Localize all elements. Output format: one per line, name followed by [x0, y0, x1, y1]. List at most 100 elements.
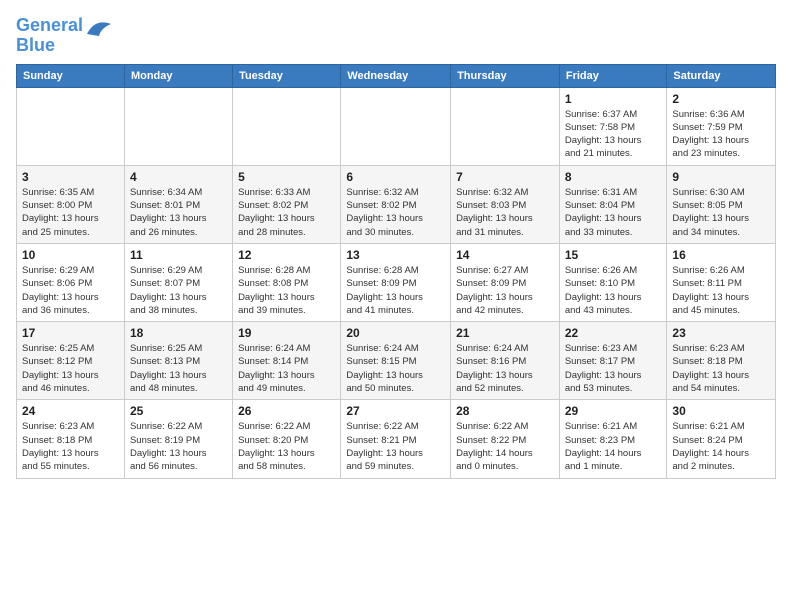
- day-number: 5: [238, 170, 335, 184]
- day-info: Sunrise: 6:29 AMSunset: 8:06 PMDaylight:…: [22, 264, 119, 317]
- calendar-week-row: 3 Sunrise: 6:35 AMSunset: 8:00 PMDaylight…: [17, 165, 776, 243]
- day-number: 8: [565, 170, 662, 184]
- day-number: 20: [346, 326, 445, 340]
- day-info: Sunrise: 6:24 AMSunset: 8:16 PMDaylight:…: [456, 342, 554, 395]
- calendar-week-row: 1 Sunrise: 6:37 AMSunset: 7:58 PMDaylight…: [17, 87, 776, 165]
- day-info: Sunrise: 6:32 AMSunset: 8:02 PMDaylight:…: [346, 186, 445, 239]
- day-info: Sunrise: 6:26 AMSunset: 8:11 PMDaylight:…: [672, 264, 770, 317]
- weekday-header-monday: Monday: [124, 64, 232, 87]
- day-number: 22: [565, 326, 662, 340]
- calendar-cell: 3 Sunrise: 6:35 AMSunset: 8:00 PMDaylight…: [17, 165, 125, 243]
- day-number: 10: [22, 248, 119, 262]
- day-info: Sunrise: 6:21 AMSunset: 8:24 PMDaylight:…: [672, 420, 770, 473]
- day-number: 29: [565, 404, 662, 418]
- day-info: Sunrise: 6:28 AMSunset: 8:09 PMDaylight:…: [346, 264, 445, 317]
- day-number: 2: [672, 92, 770, 106]
- day-number: 6: [346, 170, 445, 184]
- calendar-cell: 12 Sunrise: 6:28 AMSunset: 8:08 PMDayligh…: [233, 243, 341, 321]
- calendar-cell: 13Sunrise: 6:28 AMSunset: 8:09 PMDayligh…: [341, 243, 451, 321]
- weekday-header-friday: Friday: [559, 64, 667, 87]
- day-number: 17: [22, 326, 119, 340]
- day-number: 23: [672, 326, 770, 340]
- calendar-cell: 8 Sunrise: 6:31 AMSunset: 8:04 PMDaylight…: [559, 165, 667, 243]
- day-info: Sunrise: 6:23 AMSunset: 8:18 PMDaylight:…: [22, 420, 119, 473]
- calendar-cell: 29 Sunrise: 6:21 AMSunset: 8:23 PMDayligh…: [559, 400, 667, 478]
- logo: GeneralBlue: [16, 16, 113, 56]
- calendar-cell: 24 Sunrise: 6:23 AMSunset: 8:18 PMDayligh…: [17, 400, 125, 478]
- calendar-cell: 30 Sunrise: 6:21 AMSunset: 8:24 PMDayligh…: [667, 400, 776, 478]
- calendar-cell: [233, 87, 341, 165]
- logo-text: GeneralBlue: [16, 16, 83, 56]
- calendar-cell: 5 Sunrise: 6:33 AMSunset: 8:02 PMDaylight…: [233, 165, 341, 243]
- day-info: Sunrise: 6:24 AMSunset: 8:15 PMDaylight:…: [346, 342, 445, 395]
- day-number: 19: [238, 326, 335, 340]
- weekday-header-tuesday: Tuesday: [233, 64, 341, 87]
- calendar-cell: 22 Sunrise: 6:23 AMSunset: 8:17 PMDayligh…: [559, 322, 667, 400]
- day-number: 26: [238, 404, 335, 418]
- day-info: Sunrise: 6:22 AMSunset: 8:19 PMDaylight:…: [130, 420, 227, 473]
- calendar-cell: 1 Sunrise: 6:37 AMSunset: 7:58 PMDaylight…: [559, 87, 667, 165]
- day-info: Sunrise: 6:25 AMSunset: 8:13 PMDaylight:…: [130, 342, 227, 395]
- page-header: GeneralBlue: [16, 16, 776, 56]
- calendar-cell: 18Sunrise: 6:25 AMSunset: 8:13 PMDayligh…: [124, 322, 232, 400]
- day-info: Sunrise: 6:28 AMSunset: 8:08 PMDaylight:…: [238, 264, 335, 317]
- day-number: 9: [672, 170, 770, 184]
- day-info: Sunrise: 6:30 AMSunset: 8:05 PMDaylight:…: [672, 186, 770, 239]
- day-info: Sunrise: 6:22 AMSunset: 8:20 PMDaylight:…: [238, 420, 335, 473]
- day-info: Sunrise: 6:25 AMSunset: 8:12 PMDaylight:…: [22, 342, 119, 395]
- day-info: Sunrise: 6:22 AMSunset: 8:21 PMDaylight:…: [346, 420, 445, 473]
- calendar-cell: 2 Sunrise: 6:36 AMSunset: 7:59 PMDaylight…: [667, 87, 776, 165]
- calendar-cell: 19 Sunrise: 6:24 AMSunset: 8:14 PMDayligh…: [233, 322, 341, 400]
- day-number: 28: [456, 404, 554, 418]
- calendar-week-row: 17 Sunrise: 6:25 AMSunset: 8:12 PMDayligh…: [17, 322, 776, 400]
- day-info: Sunrise: 6:36 AMSunset: 7:59 PMDaylight:…: [672, 108, 770, 161]
- day-number: 4: [130, 170, 227, 184]
- calendar-cell: 27 Sunrise: 6:22 AMSunset: 8:21 PMDayligh…: [341, 400, 451, 478]
- day-info: Sunrise: 6:33 AMSunset: 8:02 PMDaylight:…: [238, 186, 335, 239]
- calendar-cell: 4 Sunrise: 6:34 AMSunset: 8:01 PMDaylight…: [124, 165, 232, 243]
- logo-wing-icon: [85, 16, 113, 38]
- day-number: 27: [346, 404, 445, 418]
- calendar-cell: 16Sunrise: 6:26 AMSunset: 8:11 PMDayligh…: [667, 243, 776, 321]
- calendar-week-row: 10 Sunrise: 6:29 AMSunset: 8:06 PMDayligh…: [17, 243, 776, 321]
- calendar-cell: 20 Sunrise: 6:24 AMSunset: 8:15 PMDayligh…: [341, 322, 451, 400]
- day-info: Sunrise: 6:22 AMSunset: 8:22 PMDaylight:…: [456, 420, 554, 473]
- calendar-cell: 9 Sunrise: 6:30 AMSunset: 8:05 PMDaylight…: [667, 165, 776, 243]
- calendar-cell: 26 Sunrise: 6:22 AMSunset: 8:20 PMDayligh…: [233, 400, 341, 478]
- day-info: Sunrise: 6:21 AMSunset: 8:23 PMDaylight:…: [565, 420, 662, 473]
- calendar-cell: 6 Sunrise: 6:32 AMSunset: 8:02 PMDaylight…: [341, 165, 451, 243]
- day-number: 12: [238, 248, 335, 262]
- day-info: Sunrise: 6:29 AMSunset: 8:07 PMDaylight:…: [130, 264, 227, 317]
- calendar-cell: 17 Sunrise: 6:25 AMSunset: 8:12 PMDayligh…: [17, 322, 125, 400]
- calendar-cell: [451, 87, 560, 165]
- day-info: Sunrise: 6:26 AMSunset: 8:10 PMDaylight:…: [565, 264, 662, 317]
- day-info: Sunrise: 6:23 AMSunset: 8:17 PMDaylight:…: [565, 342, 662, 395]
- day-number: 3: [22, 170, 119, 184]
- calendar-cell: 21 Sunrise: 6:24 AMSunset: 8:16 PMDayligh…: [451, 322, 560, 400]
- day-info: Sunrise: 6:24 AMSunset: 8:14 PMDaylight:…: [238, 342, 335, 395]
- calendar-cell: 25Sunrise: 6:22 AMSunset: 8:19 PMDayligh…: [124, 400, 232, 478]
- calendar-cell: 10 Sunrise: 6:29 AMSunset: 8:06 PMDayligh…: [17, 243, 125, 321]
- weekday-header-wednesday: Wednesday: [341, 64, 451, 87]
- calendar-cell: 7Sunrise: 6:32 AMSunset: 8:03 PMDaylight…: [451, 165, 560, 243]
- day-number: 21: [456, 326, 554, 340]
- calendar-cell: 23Sunrise: 6:23 AMSunset: 8:18 PMDayligh…: [667, 322, 776, 400]
- calendar-cell: 14Sunrise: 6:27 AMSunset: 8:09 PMDayligh…: [451, 243, 560, 321]
- day-number: 11: [130, 248, 227, 262]
- day-info: Sunrise: 6:35 AMSunset: 8:00 PMDaylight:…: [22, 186, 119, 239]
- calendar-header-row: SundayMondayTuesdayWednesdayThursdayFrid…: [17, 64, 776, 87]
- day-info: Sunrise: 6:37 AMSunset: 7:58 PMDaylight:…: [565, 108, 662, 161]
- day-number: 1: [565, 92, 662, 106]
- calendar-week-row: 24 Sunrise: 6:23 AMSunset: 8:18 PMDayligh…: [17, 400, 776, 478]
- calendar-cell: 28 Sunrise: 6:22 AMSunset: 8:22 PMDayligh…: [451, 400, 560, 478]
- calendar-cell: 11 Sunrise: 6:29 AMSunset: 8:07 PMDayligh…: [124, 243, 232, 321]
- weekday-header-saturday: Saturday: [667, 64, 776, 87]
- day-number: 24: [22, 404, 119, 418]
- weekday-header-thursday: Thursday: [451, 64, 560, 87]
- day-number: 30: [672, 404, 770, 418]
- day-info: Sunrise: 6:27 AMSunset: 8:09 PMDaylight:…: [456, 264, 554, 317]
- day-info: Sunrise: 6:31 AMSunset: 8:04 PMDaylight:…: [565, 186, 662, 239]
- calendar-cell: [124, 87, 232, 165]
- day-info: Sunrise: 6:32 AMSunset: 8:03 PMDaylight:…: [456, 186, 554, 239]
- day-info: Sunrise: 6:34 AMSunset: 8:01 PMDaylight:…: [130, 186, 227, 239]
